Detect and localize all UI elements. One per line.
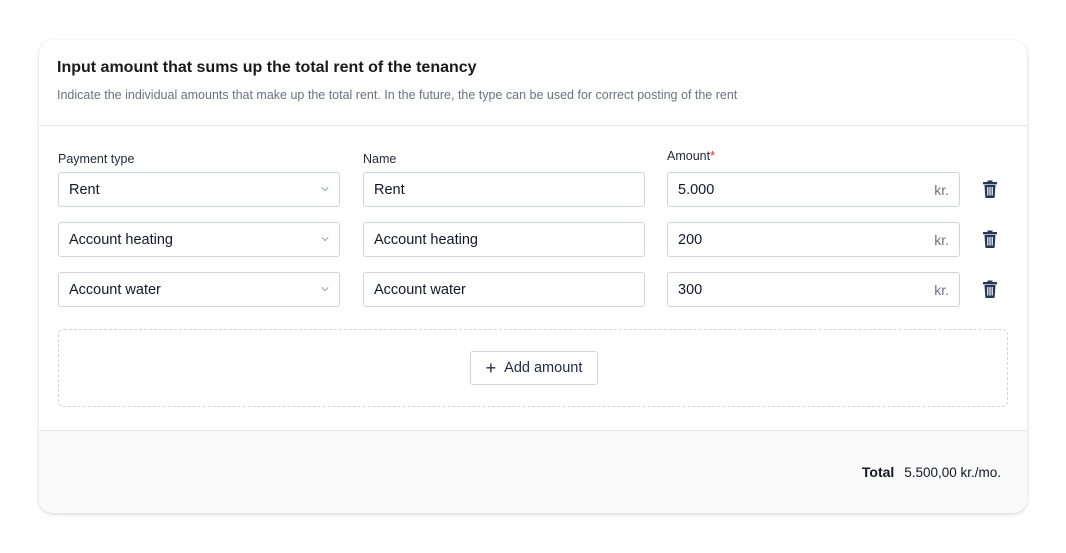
currency-suffix: kr. (934, 281, 949, 298)
amount-row: Account heating Account heating 200 kr. (58, 222, 1018, 258)
add-amount-button[interactable]: + Add amount (470, 351, 598, 385)
add-amount-dropzone: + Add amount (58, 329, 1008, 407)
payment-type-select[interactable]: Account water (58, 272, 340, 307)
name-input[interactable]: Rent (363, 172, 645, 207)
amount-input[interactable]: 300 kr. (667, 272, 960, 307)
chevron-down-icon (321, 187, 329, 192)
amount-row: Rent Rent 5.000 kr. (58, 172, 1018, 208)
chevron-down-icon (321, 287, 329, 292)
name-value: Account heating (374, 231, 478, 248)
currency-suffix: kr. (934, 231, 949, 248)
total-value: 5.500,00 kr./mo. (904, 465, 1001, 480)
add-amount-label: Add amount (504, 360, 583, 376)
trash-icon[interactable] (983, 180, 997, 198)
required-mark: * (710, 149, 715, 163)
amount-input[interactable]: 200 kr. (667, 222, 960, 257)
payment-type-label: Payment type (58, 152, 135, 166)
total-label: Total (861, 464, 895, 480)
amount-value: 5.000 (678, 181, 715, 198)
name-value: Account water (374, 281, 466, 298)
payment-type-value: Account heating (69, 231, 173, 248)
name-input[interactable]: Account water (363, 272, 645, 307)
card-header: Input amount that sums up the total rent… (39, 40, 1027, 126)
payment-type-select[interactable]: Account heating (58, 222, 340, 257)
amount-value: 200 (678, 231, 703, 248)
card-subtitle: Indicate the individual amounts that mak… (57, 88, 738, 102)
amount-label: Amount* (667, 149, 715, 163)
payment-type-value: Account water (69, 281, 161, 298)
card-title: Input amount that sums up the total rent… (57, 59, 477, 76)
plus-icon: + (485, 358, 497, 378)
name-value: Rent (374, 181, 405, 198)
payment-type-value: Rent (69, 181, 100, 198)
trash-icon[interactable] (983, 280, 997, 298)
name-label: Name (363, 152, 397, 166)
rent-amounts-card: Input amount that sums up the total rent… (39, 40, 1027, 513)
name-input[interactable]: Account heating (363, 222, 645, 257)
currency-suffix: kr. (934, 181, 949, 198)
card-footer: Total 5.500,00 kr./mo. (39, 430, 1027, 513)
chevron-down-icon (321, 237, 329, 242)
amount-input[interactable]: 5.000 kr. (667, 172, 960, 207)
trash-icon[interactable] (983, 230, 997, 248)
column-labels: Payment type Name Amount* (58, 149, 1018, 168)
payment-type-select[interactable]: Rent (58, 172, 340, 207)
total-summary: Total 5.500,00 kr./mo. (862, 464, 1001, 480)
amount-row: Account water Account water 300 kr. (58, 272, 1018, 308)
amount-value: 300 (678, 281, 703, 298)
